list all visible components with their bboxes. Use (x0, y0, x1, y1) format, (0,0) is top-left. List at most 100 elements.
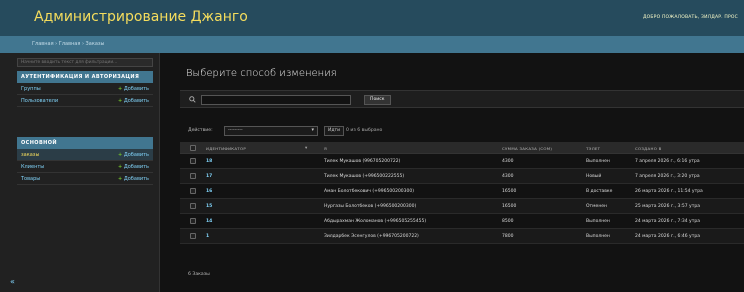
order-status: Отменен (586, 204, 607, 209)
sidebar-item-orders[interactable]: заказы + Добавить (17, 149, 153, 161)
sidebar-item-label[interactable]: заказы (21, 152, 39, 158)
sidebar-item-label[interactable]: Пользователи (21, 98, 58, 104)
order-status: Новый (586, 174, 602, 179)
order-id-link[interactable]: 15 (206, 204, 212, 209)
search-icon (189, 96, 196, 103)
module-auth-caption[interactable]: АУТЕНТИФИКАЦИЯ И АВТОРИЗАЦИЯ (17, 71, 153, 83)
order-sum: 4300 (502, 159, 514, 164)
table-row: 15 Нургазы Болотбеков (+996500200300) 16… (180, 199, 744, 214)
row-checkbox[interactable] (190, 158, 196, 164)
add-label[interactable]: Добавить (124, 86, 149, 92)
order-client: Абдырахман Жоломанов (+996505255455) (324, 219, 427, 224)
order-created: 24 марта 2026 г., 7:34 утра (635, 219, 700, 224)
plus-icon: + (118, 98, 123, 104)
plus-icon: + (118, 86, 123, 92)
row-checkbox[interactable] (190, 218, 196, 224)
order-client: Аман Болотбекович (+996500200300) (324, 189, 415, 194)
results-table: ИДЕНТИФИКАТОР ▾ Я СУММА ЗАКАЗА (СОМ) ТЭЛ… (180, 142, 744, 244)
chevron-down-icon: ▾ (311, 127, 314, 133)
order-client: Тилек Мукашов (+996500222555) (324, 174, 405, 179)
add-label[interactable]: Добавить (124, 164, 149, 170)
order-status: Выполнен (586, 219, 610, 224)
module-auth: АУТЕНТИФИКАЦИЯ И АВТОРИЗАЦИЯ Группы + До… (17, 71, 153, 107)
order-created: 7 апреля 2026 г., 3:20 утра (635, 174, 700, 179)
order-client: Зилдарбек Эсенгулов (+996705200722) (324, 234, 419, 239)
order-id-link[interactable]: 1 (206, 234, 209, 239)
order-id-link[interactable]: 14 (206, 219, 212, 224)
page-title: Выберите способ изменения (186, 68, 337, 79)
order-sum: 4300 (502, 174, 514, 179)
sidebar-item-label[interactable]: Группы (21, 86, 41, 92)
order-sum: 16500 (502, 189, 517, 194)
sidebar-item-users[interactable]: Пользователи + Добавить (17, 95, 153, 107)
row-checkbox[interactable] (190, 203, 196, 209)
actions-bar: Действие: --------- ▾ Идти 0 из 6 выбран… (180, 125, 744, 137)
column-header-id[interactable]: ИДЕНТИФИКАТОР (206, 146, 246, 151)
add-label[interactable]: Добавить (124, 98, 149, 104)
site-brand[interactable]: Администрирование Джанго (34, 9, 248, 25)
action-select[interactable]: --------- ▾ (224, 126, 318, 136)
order-created: 26 марта 2026 г., 11:54 утра (635, 189, 703, 194)
sidebar-collapse-button[interactable]: « (10, 277, 15, 286)
action-counter: 0 из 6 выбрано (346, 128, 383, 133)
order-client: Нургазы Болотбеков (+996500200300) (324, 204, 417, 209)
table-header: ИДЕНТИФИКАТОР ▾ Я СУММА ЗАКАЗА (СОМ) ТЭЛ… (180, 142, 744, 154)
select-all-checkbox[interactable] (190, 145, 196, 151)
header: Администрирование Джанго ДОБРО ПОЖАЛОВАТ… (0, 0, 744, 36)
add-clients-link[interactable]: + Добавить (118, 164, 149, 170)
search-button[interactable]: Поиск (364, 95, 391, 105)
add-products-link[interactable]: + Добавить (118, 176, 149, 182)
order-sum: 7800 (502, 234, 514, 239)
sort-desc-icon[interactable]: ▾ (305, 146, 308, 151)
user-tools[interactable]: ДОБРО ПОЖАЛОВАТЬ, ЗИЛДАР. ПРОС (643, 15, 738, 20)
table-body: 18 Тилек Мукашов (996705200722) 4300 Вып… (180, 154, 744, 244)
add-label[interactable]: Добавить (124, 176, 149, 182)
sidebar-item-label[interactable]: Товары (21, 176, 40, 182)
row-checkbox[interactable] (190, 233, 196, 239)
sidebar: Начните вводить текст для фильтрации... … (0, 53, 160, 292)
breadcrumb[interactable]: Главная › Главная › Заказы (0, 36, 744, 53)
module-main-caption[interactable]: ОСНОВНОЙ (17, 137, 153, 149)
sidebar-item-clients[interactable]: Клиенты + Добавить (17, 161, 153, 173)
search-input[interactable] (201, 95, 351, 105)
table-row: 1 Зилдарбек Эсенгулов (+996705200722) 78… (180, 229, 744, 244)
add-users-link[interactable]: + Добавить (118, 98, 149, 104)
add-label[interactable]: Добавить (124, 152, 149, 158)
plus-icon: + (118, 152, 123, 158)
order-created: 7 апреля 2026 г., 6:16 утра (635, 159, 700, 164)
sidebar-item-products[interactable]: Товары + Добавить (17, 173, 153, 185)
table-row: 14 Абдырахман Жоломанов (+996505255455) … (180, 214, 744, 229)
table-row: 16 Аман Болотбекович (+996500200300) 165… (180, 184, 744, 199)
action-select-value: --------- (228, 128, 243, 133)
order-id-link[interactable]: 16 (206, 189, 212, 194)
search-bar: Поиск (180, 90, 744, 108)
order-id-link[interactable]: 17 (206, 174, 212, 179)
order-created: 24 марта 2026 г., 6:46 утра (635, 234, 700, 239)
column-header-sum[interactable]: СУММА ЗАКАЗА (СОМ) (502, 146, 552, 151)
plus-icon: + (118, 164, 123, 170)
order-status: В доставке (586, 189, 613, 194)
add-orders-link[interactable]: + Добавить (118, 152, 149, 158)
row-checkbox[interactable] (190, 173, 196, 179)
sidebar-item-groups[interactable]: Группы + Добавить (17, 83, 153, 95)
go-button[interactable]: Идти (324, 126, 345, 136)
order-status: Выполнен (586, 159, 610, 164)
column-header-client[interactable]: Я (324, 146, 327, 151)
actions-label: Действие: (188, 128, 213, 133)
paginator: 6 Заказы (188, 272, 210, 277)
module-main: ОСНОВНОЙ заказы + Добавить Клиенты + Доб… (17, 137, 153, 185)
nav-filter-input[interactable]: Начните вводить текст для фильтрации... (17, 58, 153, 67)
table-row: 18 Тилек Мукашов (996705200722) 4300 Вып… (180, 154, 744, 169)
column-header-created[interactable]: СОЗДАНО В (635, 146, 662, 151)
plus-icon: + (118, 176, 123, 182)
order-client: Тилек Мукашов (996705200722) (324, 159, 401, 164)
order-id-link[interactable]: 18 (206, 159, 212, 164)
main-content: Выберите способ изменения Поиск Действие… (170, 53, 744, 292)
sidebar-item-label[interactable]: Клиенты (21, 164, 44, 170)
order-status: Выполнен (586, 234, 610, 239)
add-groups-link[interactable]: + Добавить (118, 86, 149, 92)
row-checkbox[interactable] (190, 188, 196, 194)
order-sum: 8500 (502, 219, 514, 224)
column-header-status[interactable]: ТЭЛЕТ (586, 146, 600, 151)
order-created: 25 марта 2026 г., 3:57 утра (635, 204, 700, 209)
